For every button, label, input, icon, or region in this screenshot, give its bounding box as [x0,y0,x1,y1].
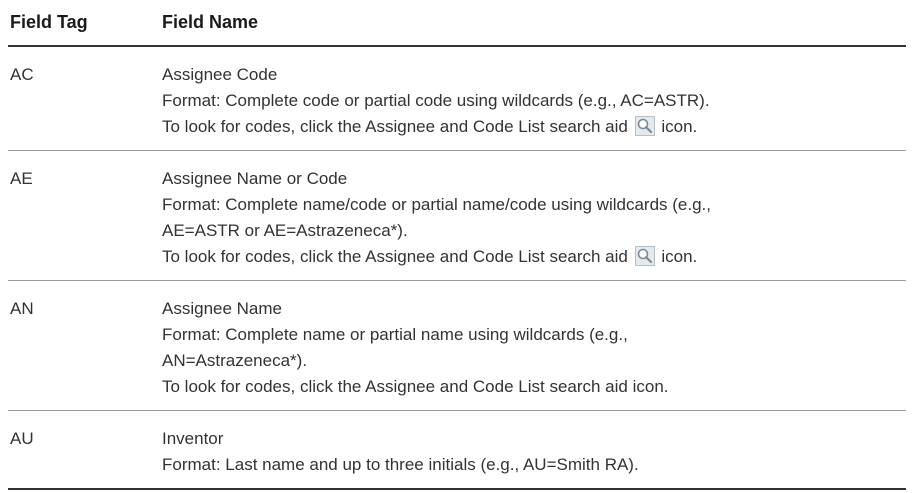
lookup-text: To look for codes, click the Assignee an… [162,247,628,266]
field-tag: AC [10,65,34,84]
field-title: Assignee Name or Code [162,169,348,188]
lookup-text-end: icon. [661,247,698,266]
field-description: Assignee Name Format: Complete name or p… [162,296,906,400]
field-tag: AU [10,429,34,448]
table-row: AE Assignee Name or Code Format: Complet… [8,151,906,281]
table-row: AN Assignee Name Format: Complete name o… [8,281,906,411]
table-row: AC Assignee Code Format: Complete code o… [8,47,906,151]
field-tag: AN [10,299,34,318]
field-lookup: To look for codes, click the Assignee an… [162,377,669,396]
field-title: Inventor [162,429,224,448]
field-tag-table: Field Tag Field Name AC Assignee Code Fo… [8,0,906,490]
field-lookup: To look for codes, click the Assignee an… [162,244,906,270]
lookup-text: To look for codes, click the Assignee an… [162,117,628,136]
field-lookup: To look for codes, click the Assignee an… [162,114,906,140]
search-aid-icon[interactable] [634,246,655,266]
field-tag: AE [10,169,33,188]
field-description: Assignee Code Format: Complete code or p… [162,62,906,140]
field-title: Assignee Name [162,299,283,318]
field-format: Format: Complete code or partial code us… [162,91,710,110]
field-format-cont: AE=ASTR or AE=Astrazeneca*). [162,221,408,240]
table-row: AU Inventor Format: Last name and up to … [8,411,906,490]
field-format: Format: Complete name/code or partial na… [162,195,711,214]
field-format: Format: Complete name or partial name us… [162,325,628,344]
field-title: Assignee Code [162,65,278,84]
field-description: Assignee Name or Code Format: Complete n… [162,166,906,270]
header-field-tag: Field Tag [10,12,88,32]
field-format-cont: AN=Astrazeneca*). [162,351,308,370]
table-header: Field Tag Field Name [8,0,906,47]
search-aid-icon[interactable] [634,116,655,136]
header-field-name: Field Name [162,12,259,32]
field-format: Format: Last name and up to three initia… [162,455,639,474]
field-description: Inventor Format: Last name and up to thr… [162,426,906,478]
lookup-text-end: icon. [661,117,698,136]
